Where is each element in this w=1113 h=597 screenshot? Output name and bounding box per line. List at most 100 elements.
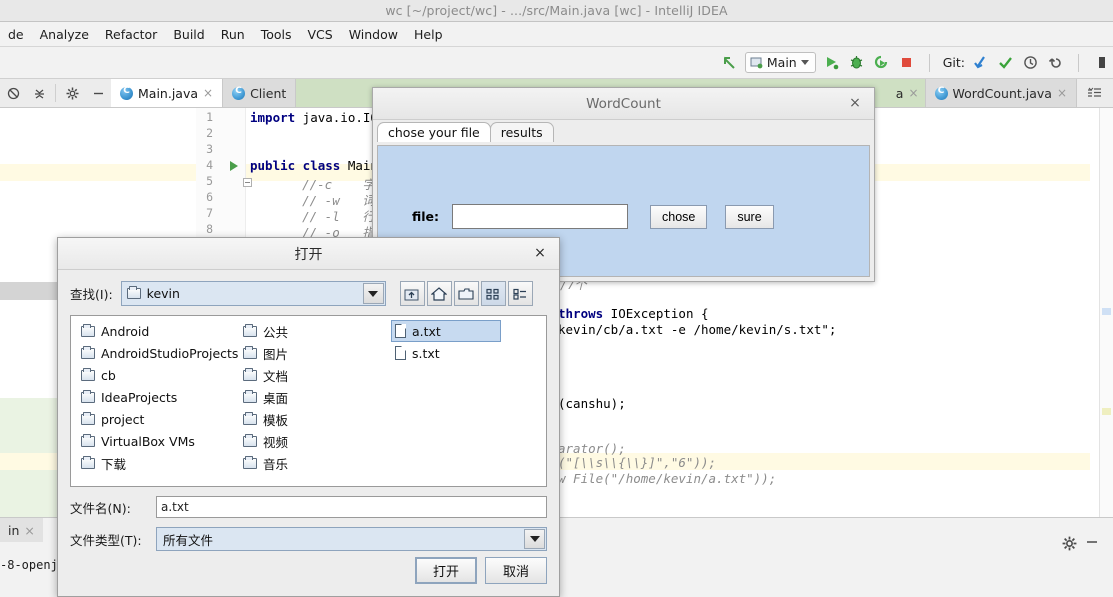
back-arrow-icon[interactable] bbox=[720, 53, 739, 72]
code-fragment: throws IOException { bbox=[558, 306, 709, 321]
menu-item-code[interactable]: de bbox=[0, 24, 32, 45]
bottom-tab-run[interactable]: in × bbox=[0, 518, 43, 542]
chevron-down-icon[interactable] bbox=[362, 283, 384, 304]
open-button[interactable]: 打开 bbox=[415, 557, 477, 584]
look-in-value: kevin bbox=[146, 286, 180, 301]
list-item-s-txt[interactable]: s.txt bbox=[391, 342, 501, 364]
code-line: import java.io.IO bbox=[250, 110, 378, 125]
editor-tab-main-java[interactable]: Main.java × bbox=[111, 79, 224, 107]
toolbar-divider bbox=[928, 53, 930, 72]
close-icon[interactable]: × bbox=[203, 86, 213, 100]
vcs-commit-icon[interactable] bbox=[996, 53, 1015, 72]
more-toolbar-icon[interactable] bbox=[1092, 53, 1111, 72]
list-item[interactable]: cb bbox=[77, 364, 247, 386]
tab-results[interactable]: results bbox=[489, 122, 554, 142]
folder-icon bbox=[243, 323, 257, 337]
list-view-icon[interactable] bbox=[480, 281, 506, 306]
list-item[interactable]: project bbox=[77, 408, 247, 430]
menu-item-build[interactable]: Build bbox=[165, 24, 212, 45]
menu-item-help[interactable]: Help bbox=[406, 24, 451, 45]
list-item[interactable]: 公共 bbox=[239, 320, 349, 342]
list-item-label: 图片 bbox=[263, 346, 289, 362]
list-item[interactable]: 图片 bbox=[239, 342, 349, 364]
folder-icon bbox=[243, 367, 257, 381]
wordcount-title: WordCount bbox=[586, 95, 661, 112]
home-icon[interactable] bbox=[426, 281, 452, 306]
run-gutter-icon[interactable] bbox=[230, 161, 238, 171]
close-icon[interactable]: × bbox=[531, 244, 549, 262]
menu-item-run[interactable]: Run bbox=[213, 24, 253, 45]
details-view-icon[interactable] bbox=[507, 281, 533, 306]
close-icon[interactable]: × bbox=[1057, 86, 1067, 100]
expand-collapse-icon[interactable] bbox=[26, 79, 52, 107]
file-path-input[interactable] bbox=[452, 204, 628, 229]
list-item[interactable]: 音乐 bbox=[239, 452, 349, 474]
tab-list-icon[interactable] bbox=[1077, 79, 1113, 107]
cancel-button[interactable]: 取消 bbox=[485, 557, 547, 584]
list-item[interactable]: 视频 bbox=[239, 430, 349, 452]
run-configuration-selector[interactable]: Main bbox=[744, 52, 816, 73]
close-icon[interactable]: × bbox=[24, 523, 34, 538]
run-coverage-icon[interactable] bbox=[872, 53, 891, 72]
open-file-dialog[interactable]: 打开 × 查找(I): kevin Android AndroidStudioP… bbox=[57, 237, 560, 597]
list-item[interactable]: 下载 bbox=[77, 452, 247, 474]
vcs-history-icon[interactable] bbox=[1021, 53, 1040, 72]
folder-icon bbox=[243, 389, 257, 403]
list-item-label: Android bbox=[101, 323, 150, 339]
file-list-column-3: a.txt s.txt bbox=[391, 320, 501, 364]
close-icon[interactable]: × bbox=[908, 86, 918, 100]
menu-item-analyze[interactable]: Analyze bbox=[32, 24, 97, 45]
close-icon[interactable]: × bbox=[846, 94, 864, 112]
collapse-all-icon[interactable] bbox=[0, 79, 26, 107]
sure-button[interactable]: sure bbox=[725, 204, 774, 229]
list-item-label: 公共 bbox=[263, 324, 289, 340]
look-in-combobox[interactable]: kevin bbox=[120, 281, 386, 306]
stop-icon[interactable] bbox=[897, 53, 916, 72]
hide-panel-icon[interactable] bbox=[85, 79, 111, 107]
folder-icon bbox=[243, 433, 257, 447]
run-icon[interactable] bbox=[822, 53, 841, 72]
list-item[interactable]: AndroidStudioProjects bbox=[77, 342, 247, 364]
editor-tab-wordcount-java[interactable]: WordCount.java × bbox=[925, 79, 1077, 107]
list-item-label: project bbox=[101, 411, 145, 427]
list-item[interactable]: 文档 bbox=[239, 364, 349, 386]
editor-tab-client[interactable]: Client bbox=[223, 79, 297, 107]
folder-icon bbox=[243, 345, 257, 359]
list-item[interactable]: 模板 bbox=[239, 408, 349, 430]
gear-icon[interactable] bbox=[1062, 536, 1077, 555]
menu-item-tools[interactable]: Tools bbox=[253, 24, 300, 45]
filetype-combobox[interactable]: 所有文件 bbox=[156, 527, 547, 551]
file-list[interactable]: Android AndroidStudioProjects cb IdeaPro… bbox=[70, 315, 547, 487]
vcs-rollback-icon[interactable] bbox=[1046, 53, 1065, 72]
chevron-down-icon[interactable] bbox=[524, 529, 545, 549]
editor-scrollbar[interactable] bbox=[1090, 108, 1099, 517]
menu-item-refactor[interactable]: Refactor bbox=[97, 24, 165, 45]
list-item[interactable]: IdeaProjects bbox=[77, 386, 247, 408]
minimize-icon[interactable] bbox=[1085, 535, 1099, 553]
debug-icon[interactable] bbox=[847, 53, 866, 72]
run-config-icon bbox=[750, 57, 763, 69]
editor-error-stripe[interactable] bbox=[1099, 108, 1113, 517]
list-item-label: VirtualBox VMs bbox=[101, 433, 195, 449]
menu-item-window[interactable]: Window bbox=[341, 24, 406, 45]
list-item[interactable]: Android bbox=[77, 320, 247, 342]
list-item-a-txt[interactable]: a.txt bbox=[391, 320, 501, 342]
up-folder-icon[interactable] bbox=[399, 281, 425, 306]
folder-icon bbox=[243, 411, 257, 425]
menu-item-vcs[interactable]: VCS bbox=[299, 24, 340, 45]
vcs-update-icon[interactable] bbox=[971, 53, 990, 72]
chevron-down-icon[interactable] bbox=[800, 60, 809, 65]
gear-icon[interactable] bbox=[59, 79, 85, 107]
chose-button[interactable]: chose bbox=[650, 204, 708, 229]
toolbar-divider-2 bbox=[1078, 53, 1079, 72]
filename-row: 文件名(N): a.txt bbox=[70, 496, 547, 518]
list-item-label: 视频 bbox=[263, 434, 289, 450]
filename-input[interactable]: a.txt bbox=[156, 496, 547, 518]
folder-icon bbox=[243, 455, 257, 469]
list-item[interactable]: VirtualBox VMs bbox=[77, 430, 247, 452]
editor-tab-label: Client bbox=[250, 85, 287, 101]
fold-region-icon[interactable] bbox=[243, 178, 252, 187]
tab-chose-your-file[interactable]: chose your file bbox=[377, 122, 491, 142]
new-folder-icon[interactable] bbox=[453, 281, 479, 306]
list-item[interactable]: 桌面 bbox=[239, 386, 349, 408]
